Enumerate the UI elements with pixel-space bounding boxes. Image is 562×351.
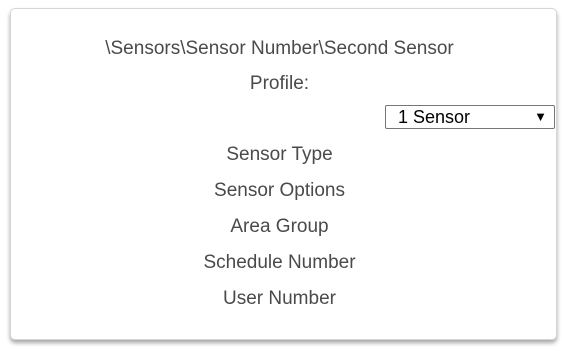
profile-select[interactable]: 1 Sensor ▼ bbox=[385, 105, 555, 129]
breadcrumb-path: \Sensors\Sensor Number\Second Sensor bbox=[105, 38, 454, 59]
field-area-group: Area Group bbox=[230, 216, 329, 237]
field-sensor-options: Sensor Options bbox=[214, 180, 345, 201]
field-user-number: User Number bbox=[223, 288, 336, 309]
field-schedule-number: Schedule Number bbox=[203, 252, 356, 273]
caret-down-icon: ▼ bbox=[534, 109, 547, 124]
profile-select-value: 1 Sensor bbox=[398, 107, 471, 127]
field-list: Sensor Type Sensor Options Area Group Sc… bbox=[11, 142, 548, 322]
sensor-profile-panel: \Sensors\Sensor Number\Second Sensor Pro… bbox=[10, 8, 557, 340]
profile-label: Profile: bbox=[249, 73, 310, 94]
field-sensor-type: Sensor Type bbox=[226, 144, 333, 165]
